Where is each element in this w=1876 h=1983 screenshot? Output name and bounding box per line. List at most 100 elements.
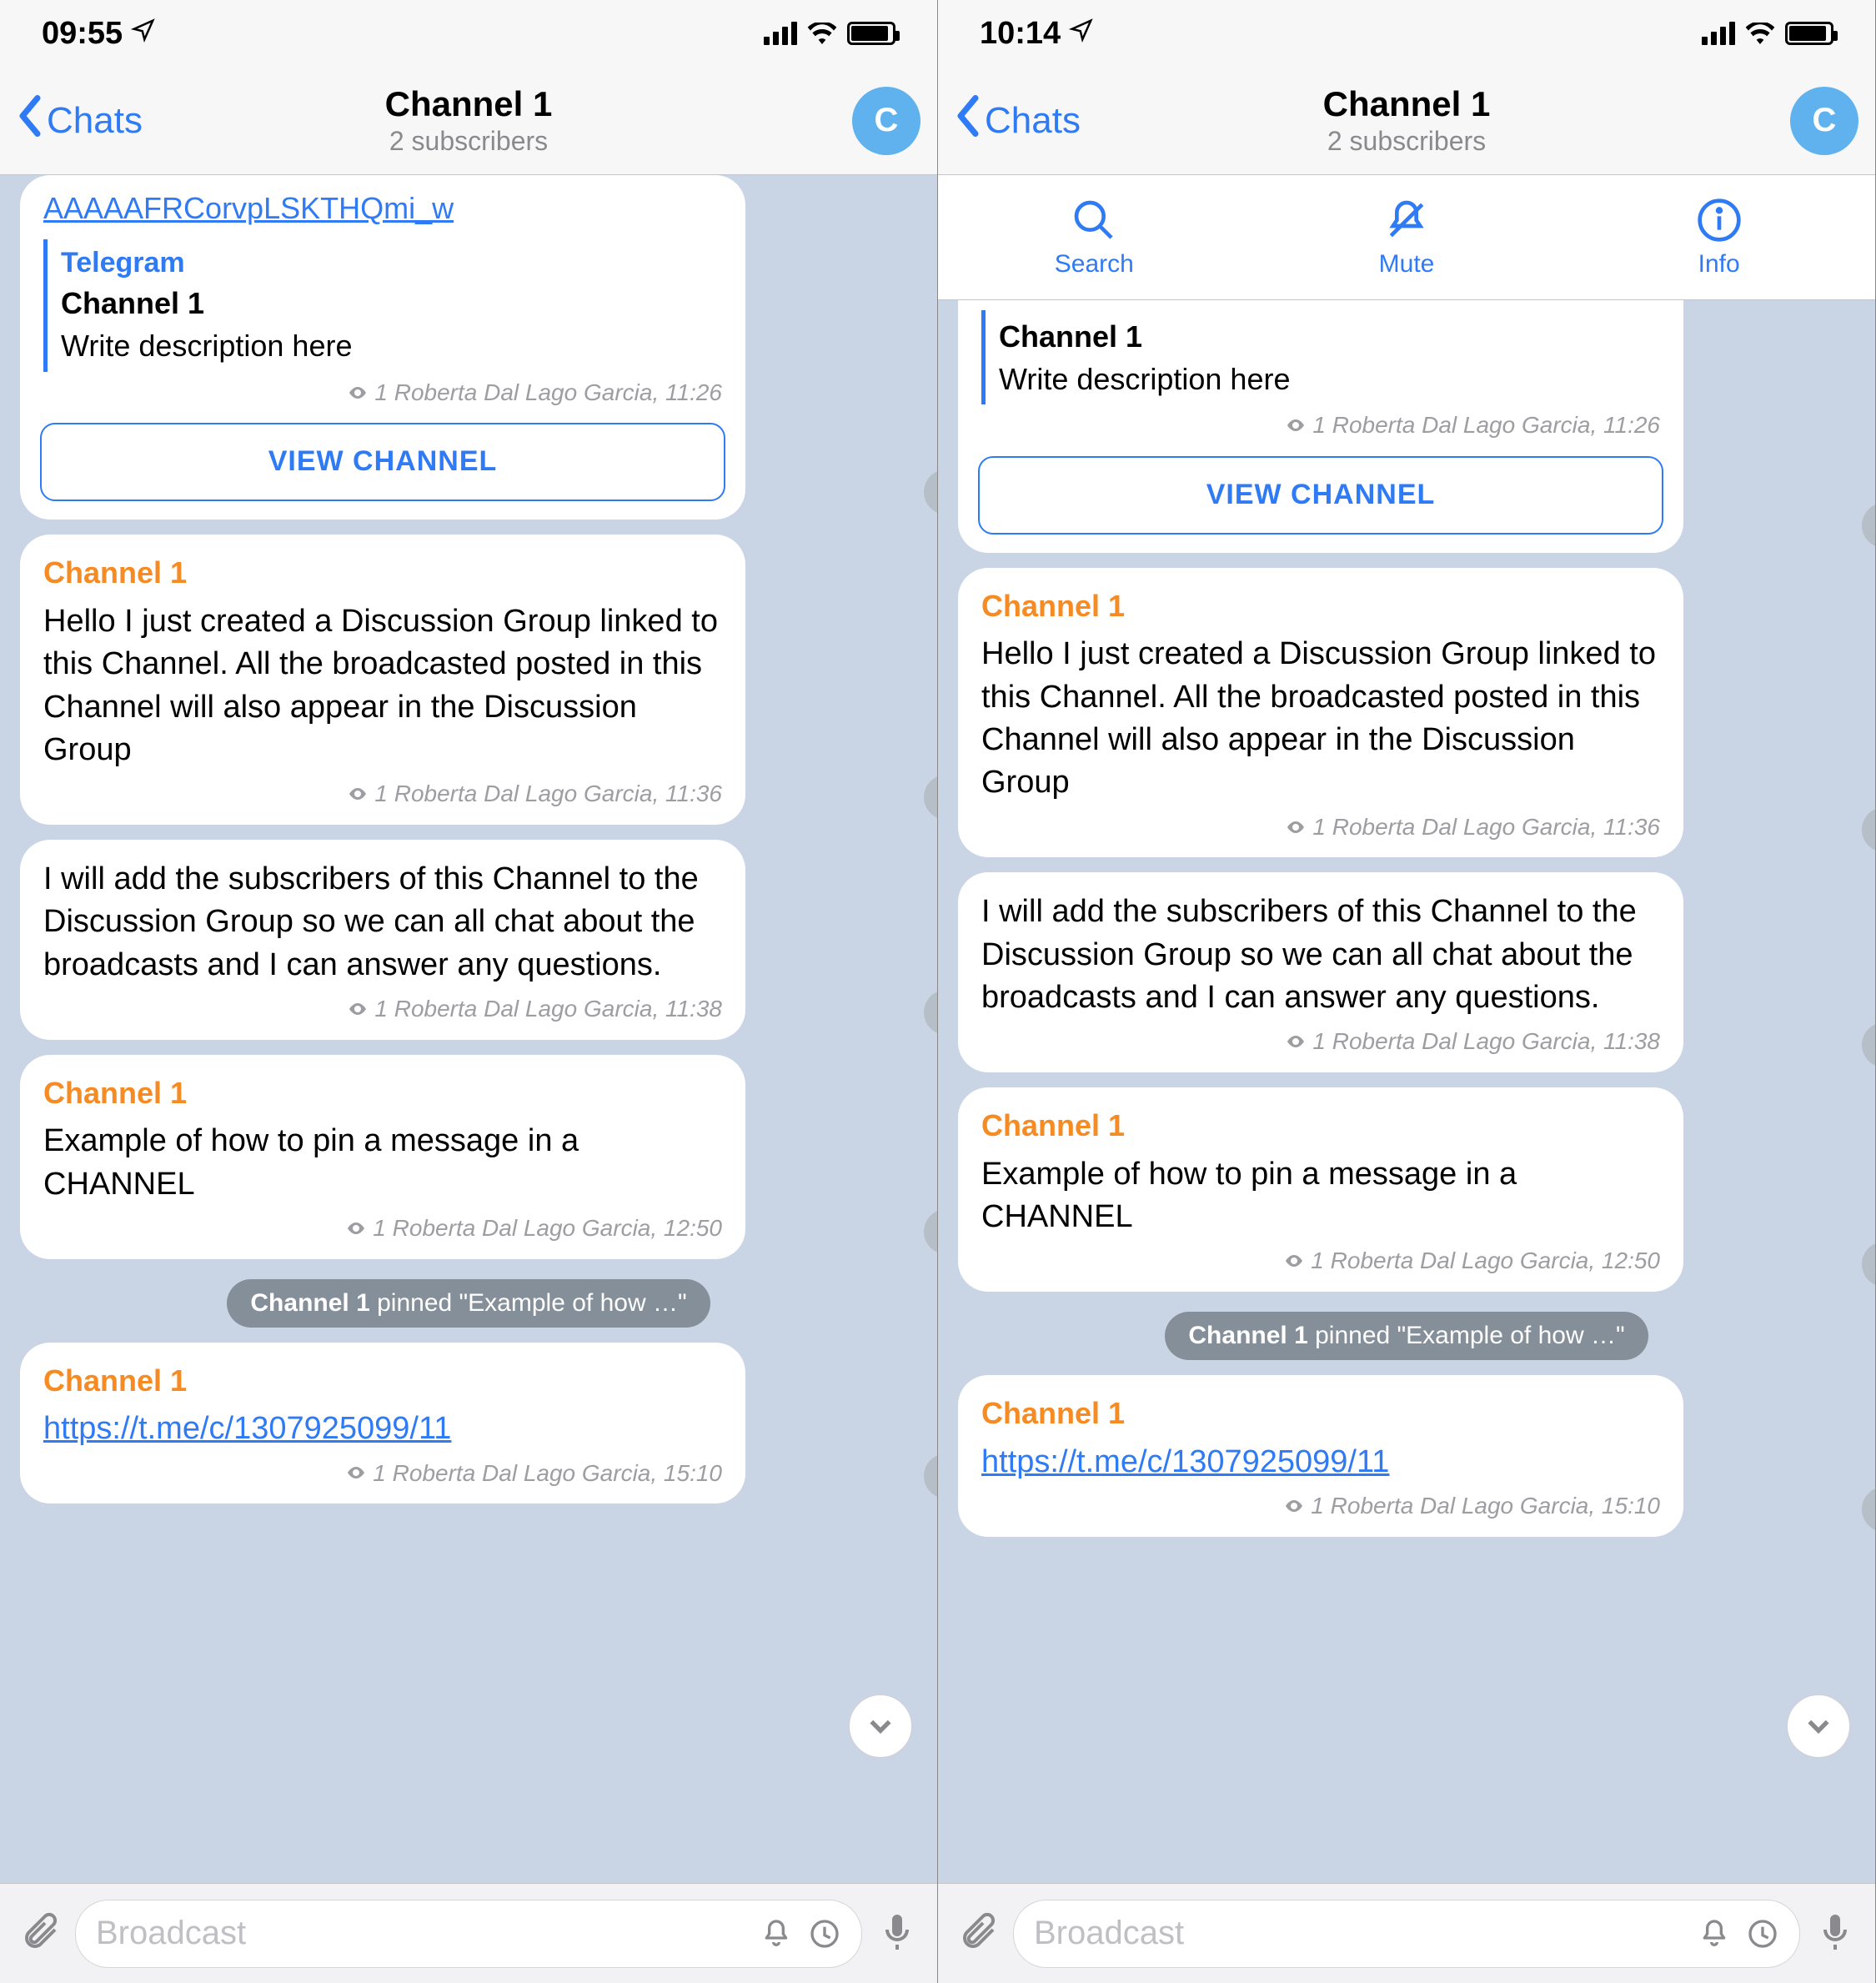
sender-name: Channel 1 xyxy=(981,1393,1660,1434)
card-bubble: AAAAAFRCorvpLSKTHQmi_w Telegram Channel … xyxy=(20,175,745,520)
bubble[interactable]: Channel 1 Hello I just created a Discuss… xyxy=(20,535,745,825)
message-body: I will add the subscribers of this Chann… xyxy=(981,891,1660,1019)
message-card-truncated: Channel 1 Write description here 1 Rober… xyxy=(958,300,1855,553)
action-info[interactable]: Info xyxy=(1562,175,1875,299)
bubble[interactable]: Channel 1 Example of how to pin a messag… xyxy=(958,1087,1683,1292)
schedule-icon[interactable] xyxy=(1746,1917,1779,1950)
share-button[interactable] xyxy=(1862,1022,1875,1067)
channel-title: Channel 1 xyxy=(385,84,553,124)
silent-icon[interactable] xyxy=(760,1917,793,1950)
bubble[interactable]: Channel 1 https://t.me/c/1307925099/11 1… xyxy=(20,1343,745,1504)
wifi-icon xyxy=(807,23,837,44)
scroll-to-bottom-button[interactable] xyxy=(1787,1694,1850,1758)
message-meta: 1 Roberta Dal Lago Garcia, 12:50 xyxy=(43,1212,722,1244)
eye-icon xyxy=(346,1218,366,1238)
message-body: Hello I just created a Discussion Group … xyxy=(981,633,1660,804)
bubble[interactable]: Channel 1 Example of how to pin a messag… xyxy=(20,1055,745,1259)
channel-avatar[interactable]: C xyxy=(852,87,920,155)
message: Channel 1 https://t.me/c/1307925099/11 1… xyxy=(20,1343,917,1504)
message: Channel 1 Hello I just created a Discuss… xyxy=(20,535,917,825)
view-channel-button[interactable]: VIEW CHANNEL xyxy=(978,456,1663,535)
location-icon xyxy=(131,18,156,49)
message-card: AAAAAFRCorvpLSKTHQmi_w Telegram Channel … xyxy=(20,175,917,520)
bubble[interactable]: I will add the subscribers of this Chann… xyxy=(958,872,1683,1072)
view-channel-button[interactable]: VIEW CHANNEL xyxy=(40,423,725,501)
back-label: Chats xyxy=(985,100,1081,142)
back-label: Chats xyxy=(47,100,143,142)
sender-name: Channel 1 xyxy=(43,1361,722,1402)
invite-link[interactable]: AAAAAFRCorvpLSKTHQmi_w xyxy=(43,188,722,229)
eye-icon xyxy=(348,784,368,804)
sender-name: Channel 1 xyxy=(981,1106,1660,1147)
input-bar: Broadcast xyxy=(938,1883,1875,1983)
scroll-to-bottom-button[interactable] xyxy=(849,1694,912,1758)
navbar: Chats Channel 1 2 subscribers C xyxy=(938,67,1875,175)
share-button[interactable] xyxy=(1862,1487,1875,1532)
input-placeholder: Broadcast xyxy=(96,1915,745,1952)
share-button[interactable] xyxy=(924,469,937,515)
message-meta: 1 Roberta Dal Lago Garcia, 11:36 xyxy=(981,811,1660,843)
mic-button[interactable] xyxy=(1815,1911,1855,1955)
eye-icon xyxy=(1286,1032,1306,1052)
silent-icon[interactable] xyxy=(1698,1917,1731,1950)
eye-icon xyxy=(1286,817,1306,837)
bubble[interactable]: Channel 1 https://t.me/c/1307925099/11 1… xyxy=(958,1375,1683,1537)
pinned-system-message[interactable]: Channel 1 pinned "Example of how …" xyxy=(1165,1312,1648,1360)
mic-button[interactable] xyxy=(877,1911,917,1955)
message-body: Example of how to pin a message in a CHA… xyxy=(43,1120,722,1206)
message-meta: 1 Roberta Dal Lago Garcia, 11:26 xyxy=(958,409,1683,441)
phone-left: 09:55 Chats Channel 1 2 subscribers C AA… xyxy=(0,0,938,1983)
channel-title: Channel 1 xyxy=(1323,84,1491,124)
action-mute[interactable]: Mute xyxy=(1251,175,1563,299)
battery-icon xyxy=(1785,22,1833,45)
message: Channel 1 Example of how to pin a messag… xyxy=(20,1055,917,1259)
card-preview: Telegram Channel 1 Write description her… xyxy=(43,239,722,372)
share-button[interactable] xyxy=(924,990,937,1035)
signal-icon xyxy=(1702,22,1735,45)
message-body: I will add the subscribers of this Chann… xyxy=(43,858,722,986)
attach-button[interactable] xyxy=(20,1911,60,1955)
navbar-title-block[interactable]: Channel 1 2 subscribers xyxy=(1323,84,1491,157)
message-body: Hello I just created a Discussion Group … xyxy=(43,600,722,771)
pinned-system-message[interactable]: Channel 1 pinned "Example of how …" xyxy=(227,1279,710,1328)
share-button[interactable] xyxy=(924,775,937,820)
preview-channel-name: Channel 1 xyxy=(61,284,709,324)
channel-avatar[interactable]: C xyxy=(1790,87,1858,155)
back-button[interactable]: Chats xyxy=(17,95,143,146)
action-search[interactable]: Search xyxy=(938,175,1251,299)
battery-icon xyxy=(847,22,895,45)
navbar: Chats Channel 1 2 subscribers C xyxy=(0,67,937,175)
bubble[interactable]: I will add the subscribers of this Chann… xyxy=(20,840,745,1040)
chevron-left-icon xyxy=(17,95,43,146)
message-body: Example of how to pin a message in a CHA… xyxy=(981,1153,1660,1239)
navbar-title-block[interactable]: Channel 1 2 subscribers xyxy=(385,84,553,157)
bubble[interactable]: Channel 1 Hello I just created a Discuss… xyxy=(958,568,1683,858)
share-button[interactable] xyxy=(924,1453,937,1499)
message: I will add the subscribers of this Chann… xyxy=(20,840,917,1040)
message-link[interactable]: https://t.me/c/1307925099/11 xyxy=(981,1441,1660,1483)
broadcast-input[interactable]: Broadcast xyxy=(75,1900,862,1968)
message-meta: 1 Roberta Dal Lago Garcia, 11:38 xyxy=(43,993,722,1025)
attach-button[interactable] xyxy=(958,1911,998,1955)
share-button[interactable] xyxy=(924,1209,937,1254)
broadcast-input[interactable]: Broadcast xyxy=(1013,1900,1800,1968)
status-bar: 09:55 xyxy=(0,0,937,67)
preview-channel-desc: Write description here xyxy=(999,359,1647,400)
share-button[interactable] xyxy=(1862,503,1875,548)
chat-scroll[interactable]: AAAAAFRCorvpLSKTHQmi_w Telegram Channel … xyxy=(0,175,937,1883)
share-button[interactable] xyxy=(1862,807,1875,852)
back-button[interactable]: Chats xyxy=(955,95,1081,146)
message-link[interactable]: https://t.me/c/1307925099/11 xyxy=(43,1408,722,1450)
message-meta: 1 Roberta Dal Lago Garcia, 11:36 xyxy=(43,778,722,810)
preview-channel-desc: Write description here xyxy=(61,326,709,367)
eye-icon xyxy=(1284,1496,1304,1516)
share-button[interactable] xyxy=(1862,1242,1875,1287)
search-icon xyxy=(1071,197,1117,243)
chat-scroll[interactable]: Channel 1 Write description here 1 Rober… xyxy=(938,300,1875,1883)
message-meta: 1 Roberta Dal Lago Garcia, 12:50 xyxy=(981,1245,1660,1277)
message-meta: 1 Roberta Dal Lago Garcia, 15:10 xyxy=(43,1458,722,1489)
card-preview: Channel 1 Write description here xyxy=(981,310,1660,404)
message: Channel 1 Example of how to pin a messag… xyxy=(958,1087,1855,1292)
telegram-label: Telegram xyxy=(61,244,709,283)
schedule-icon[interactable] xyxy=(808,1917,841,1950)
